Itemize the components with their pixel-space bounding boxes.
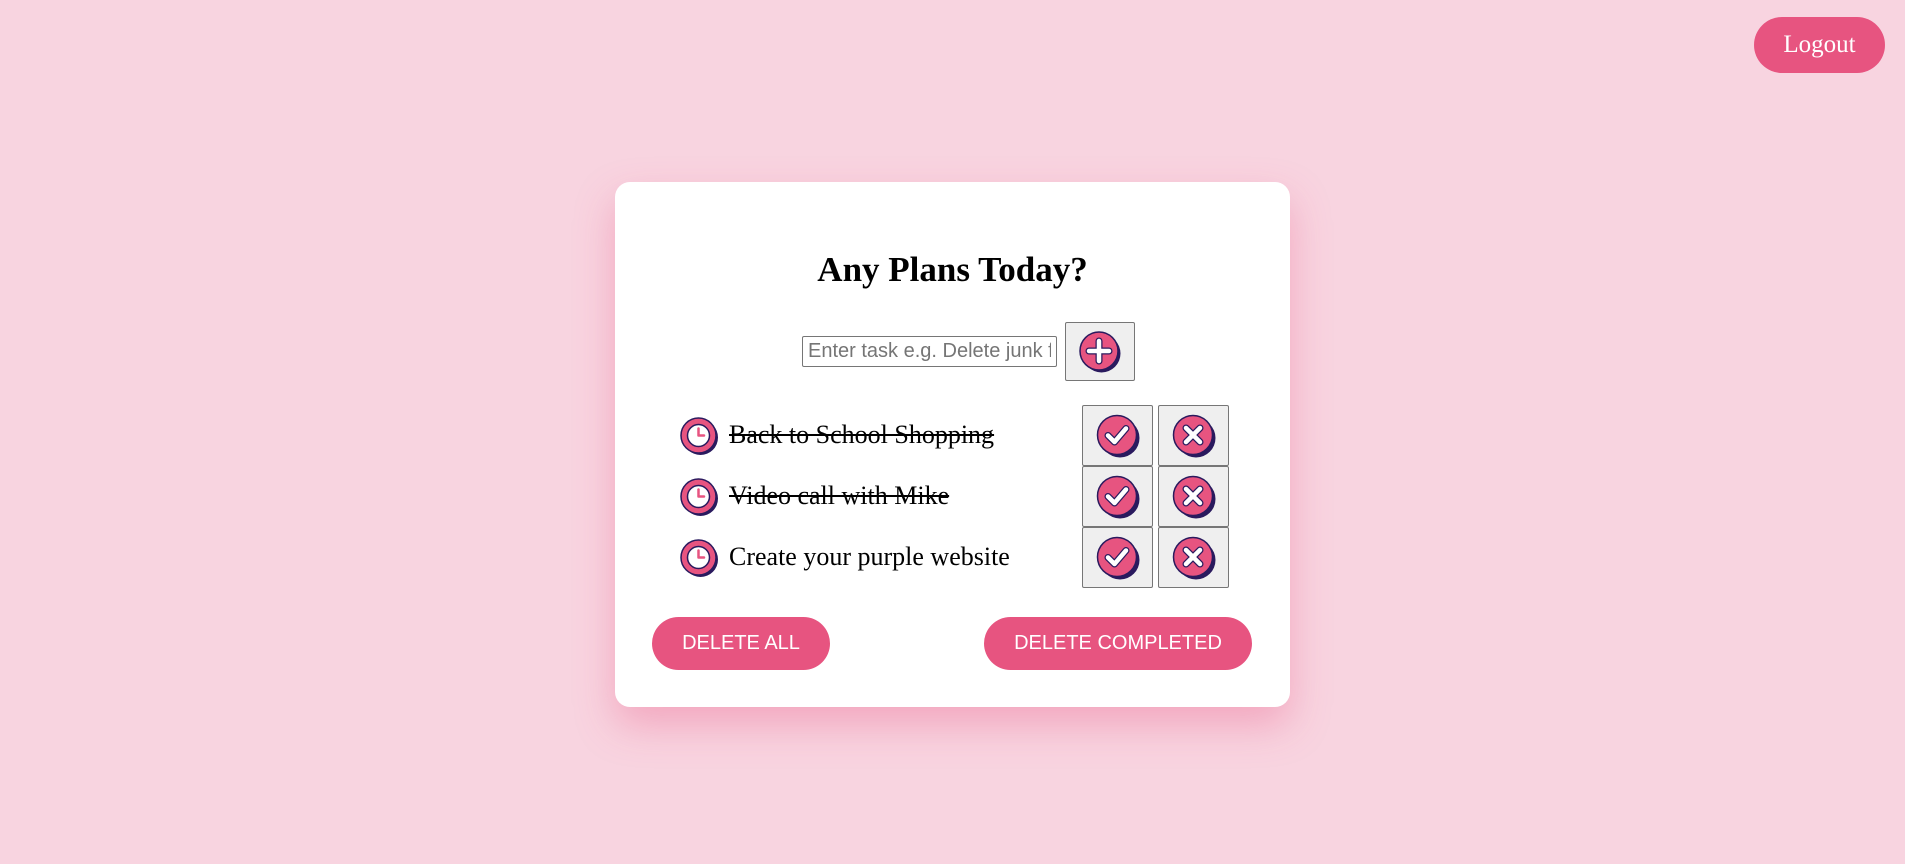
page-title: Any Plans Today? <box>817 250 1088 289</box>
x-circle-icon <box>1172 475 1215 518</box>
complete-task-button[interactable] <box>1082 527 1153 588</box>
todo-card: Any Plans Today? Back to School Shopping <box>615 182 1290 707</box>
task-input[interactable] <box>802 336 1057 367</box>
clock-icon <box>680 478 718 516</box>
task-text: Back to School Shopping <box>729 420 995 449</box>
check-circle-icon <box>1096 475 1139 518</box>
x-circle-icon <box>1172 536 1215 579</box>
check-circle-icon <box>1096 536 1139 579</box>
check-circle-icon <box>1096 414 1139 457</box>
complete-task-button[interactable] <box>1082 466 1153 527</box>
complete-task-button[interactable] <box>1082 405 1153 466</box>
delete-completed-button[interactable]: DELETE COMPLETED <box>984 617 1252 670</box>
task-row: Back to School Shopping <box>679 405 1229 466</box>
remove-task-button[interactable] <box>1158 405 1229 466</box>
clock-icon <box>680 417 718 455</box>
task-text: Video call with Mike <box>729 481 950 510</box>
task-row: Video call with Mike <box>679 466 1229 527</box>
delete-all-button[interactable]: DELETE ALL <box>652 617 830 670</box>
task-text: Create your purple website <box>729 542 1010 571</box>
add-task-button[interactable] <box>1065 322 1135 381</box>
task-row: Create your purple website <box>679 527 1229 588</box>
remove-task-button[interactable] <box>1158 466 1229 527</box>
x-circle-icon <box>1172 414 1215 457</box>
logout-button[interactable]: Logout <box>1754 17 1885 73</box>
task-list: Back to School Shopping Video call with … <box>679 405 1229 588</box>
clock-icon <box>680 539 718 577</box>
plus-circle-icon <box>1079 330 1121 372</box>
remove-task-button[interactable] <box>1158 527 1229 588</box>
